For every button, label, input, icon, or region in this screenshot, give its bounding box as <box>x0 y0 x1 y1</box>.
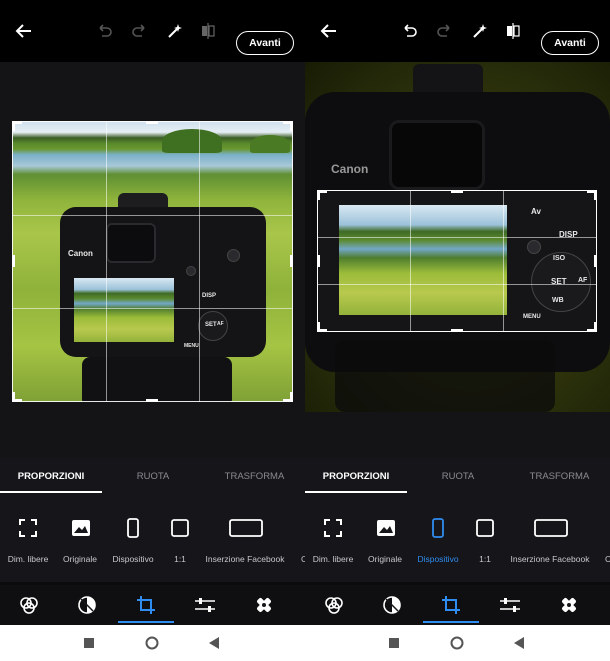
ratio-options: Dim. libere Originale Dispositivo 1:1 In… <box>305 494 610 582</box>
looks-icon[interactable] <box>323 594 345 616</box>
next-button[interactable]: Avanti <box>236 31 294 55</box>
crop-corner-handle[interactable] <box>12 121 22 131</box>
option-label[interactable]: Originale <box>368 554 402 564</box>
crop-corner-handle[interactable] <box>283 121 293 131</box>
home-circle-icon[interactable] <box>145 636 159 650</box>
sliders-icon[interactable] <box>499 594 521 616</box>
system-nav-bar <box>0 625 610 661</box>
back-triangle-icon[interactable] <box>209 637 219 649</box>
undo-icon[interactable] <box>93 20 115 42</box>
adjust-circle-icon[interactable] <box>381 594 403 616</box>
square-icon[interactable] <box>473 516 497 540</box>
crop-edge-handle[interactable] <box>146 399 158 402</box>
back-arrow-icon[interactable] <box>13 20 35 42</box>
tab-proporzioni[interactable]: PROPORZIONI <box>305 458 407 494</box>
image-icon[interactable] <box>374 516 398 540</box>
option-label[interactable]: Inserzione Facebook <box>511 554 590 564</box>
option-label-clipped[interactable]: C <box>605 554 610 564</box>
healing-icon[interactable] <box>558 594 580 616</box>
wide-rect-icon[interactable] <box>533 516 569 540</box>
crop-edge-handle[interactable] <box>146 121 158 124</box>
recents-square-icon[interactable] <box>389 638 399 648</box>
option-label-selected[interactable]: Dispositivo <box>417 554 458 564</box>
crop-corner-handle[interactable] <box>283 392 293 402</box>
tab-trasforma[interactable]: TRASFORMA <box>509 458 610 494</box>
tab-bar: PROPORZIONI RUOTA TRASFORMA <box>305 458 610 494</box>
top-toolbar: Avanti <box>0 0 305 62</box>
active-tool-indicator <box>423 621 479 623</box>
option-label[interactable]: Dim. libere <box>313 554 354 564</box>
recents-square-icon[interactable] <box>84 638 94 648</box>
crop-photo-left: Canon DISP SET AF MENU <box>12 121 293 402</box>
back-triangle-icon[interactable] <box>514 637 524 649</box>
tool-bar <box>305 585 610 625</box>
option-label[interactable]: 1:1 <box>479 554 491 564</box>
phone-icon[interactable] <box>426 516 450 540</box>
crop-frame[interactable] <box>12 121 293 402</box>
crop-edge-handle[interactable] <box>290 255 293 267</box>
tab-ruota[interactable]: RUOTA <box>407 458 509 494</box>
tab-active-indicator <box>305 491 407 493</box>
compare-icon[interactable] <box>197 20 219 42</box>
crop-edge-handle[interactable] <box>12 255 15 267</box>
home-circle-icon[interactable] <box>450 636 464 650</box>
free-size-icon[interactable] <box>321 516 345 540</box>
magic-wand-icon[interactable] <box>164 20 186 42</box>
redo-icon[interactable] <box>129 20 151 42</box>
crop-corner-handle[interactable] <box>12 392 22 402</box>
crop-icon[interactable] <box>440 594 462 616</box>
